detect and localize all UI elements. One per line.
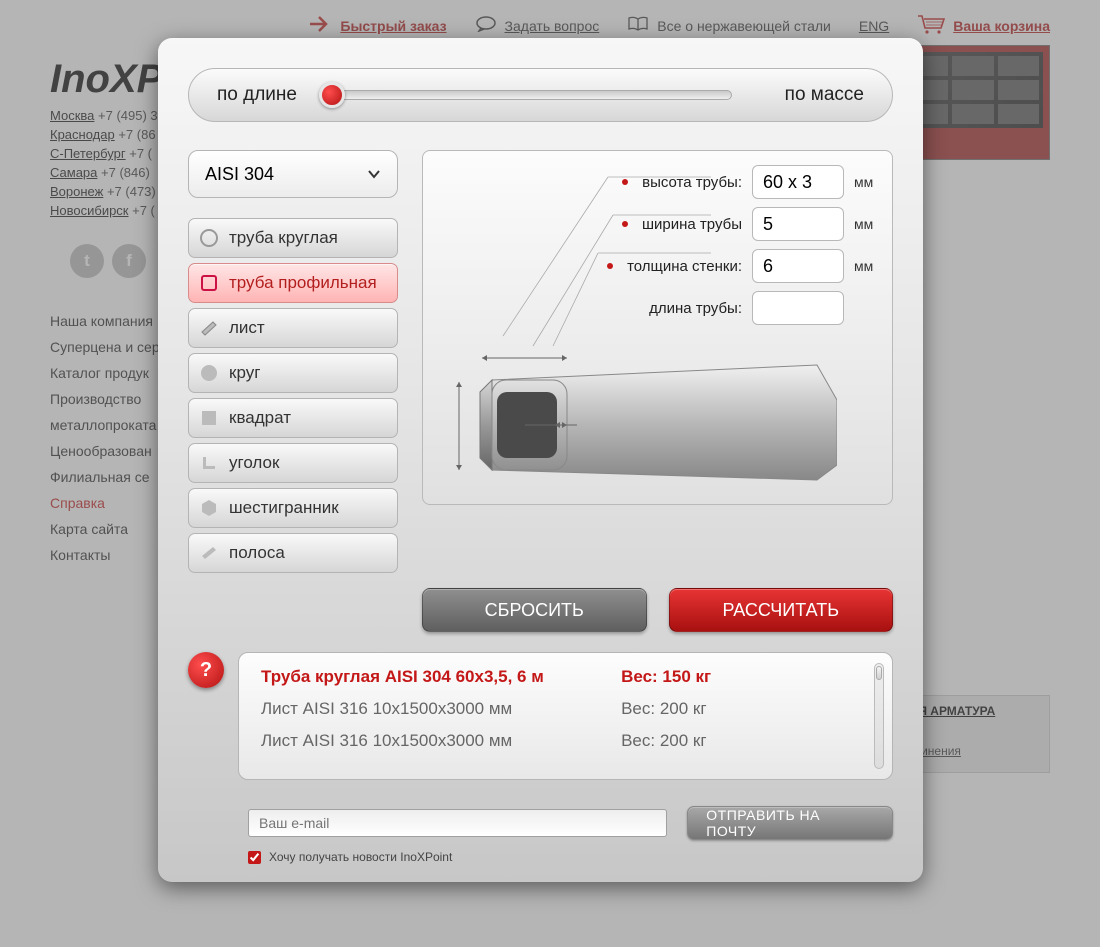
dot-icon: [607, 263, 613, 269]
unit-label: мм: [854, 216, 878, 232]
profile-rect-pipe[interactable]: труба профильная: [188, 263, 398, 303]
profile-sheet[interactable]: лист: [188, 308, 398, 348]
mode-toggle[interactable]: по длине по массе: [188, 68, 893, 122]
thickness-input[interactable]: [752, 249, 844, 283]
profile-round[interactable]: круг: [188, 353, 398, 393]
scrollbar[interactable]: [874, 663, 884, 769]
width-input[interactable]: [752, 207, 844, 241]
unit-label: мм: [854, 174, 878, 190]
calculator-modal: по длине по массе AISI 304 труба круглая…: [158, 38, 923, 882]
height-label: высота трубы:: [642, 174, 742, 191]
sheet-icon: [199, 318, 219, 338]
circle-fill-icon: [199, 363, 219, 383]
width-label: ширина трубы: [642, 216, 742, 233]
profile-column: AISI 304 труба круглая труба профильная …: [188, 150, 398, 578]
diagram-panel: высота трубы: мм ширина трубы мм толщина…: [422, 150, 893, 505]
profile-square[interactable]: квадрат: [188, 398, 398, 438]
length-label: длина трубы:: [649, 300, 742, 317]
help-button[interactable]: ?: [188, 652, 224, 688]
strip-icon: [199, 543, 219, 563]
result-item[interactable]: Лист AISI 316 10x1500x3000 мм Вес: 200 к…: [261, 699, 864, 719]
email-input[interactable]: [248, 809, 667, 837]
newsletter-checkbox[interactable]: [248, 851, 261, 864]
unit-label: мм: [854, 258, 878, 274]
dot-icon: [622, 221, 628, 227]
result-item[interactable]: Лист AISI 316 10x1500x3000 мм Вес: 200 к…: [261, 731, 864, 751]
send-button[interactable]: ОТПРАВИТЬ НА ПОЧТУ: [687, 806, 893, 840]
circle-outline-icon: [199, 228, 219, 248]
result-item[interactable]: Труба круглая AISI 304 60x3,5, 6 м Вес: …: [261, 667, 864, 687]
profile-hex[interactable]: шестигранник: [188, 488, 398, 528]
toggle-track[interactable]: [329, 90, 732, 100]
length-input[interactable]: [752, 291, 844, 325]
results-list: Труба круглая AISI 304 60x3,5, 6 м Вес: …: [238, 652, 893, 780]
thickness-label: толщина стенки:: [627, 258, 742, 275]
calculate-button[interactable]: РАССЧИТАТЬ: [669, 588, 894, 632]
material-select[interactable]: AISI 304: [188, 150, 398, 198]
height-input[interactable]: [752, 165, 844, 199]
angle-icon: [199, 453, 219, 473]
scrollbar-thumb[interactable]: [876, 666, 882, 680]
profile-strip[interactable]: полоса: [188, 533, 398, 573]
square-fill-icon: [199, 408, 219, 428]
square-outline-icon: [199, 273, 219, 293]
profile-round-pipe[interactable]: труба круглая: [188, 218, 398, 258]
pipe-diagram: [437, 330, 837, 490]
dot-icon: [622, 179, 628, 185]
newsletter-label: Хочу получать новости InoXPoint: [269, 850, 452, 864]
toggle-label-length: по длине: [217, 84, 297, 106]
hexagon-icon: [199, 498, 219, 518]
chevron-down-icon: [367, 167, 381, 181]
reset-button[interactable]: СБРОСИТЬ: [422, 588, 647, 632]
toggle-label-mass: по массе: [785, 84, 864, 106]
toggle-knob[interactable]: [319, 82, 345, 108]
profile-angle[interactable]: уголок: [188, 443, 398, 483]
